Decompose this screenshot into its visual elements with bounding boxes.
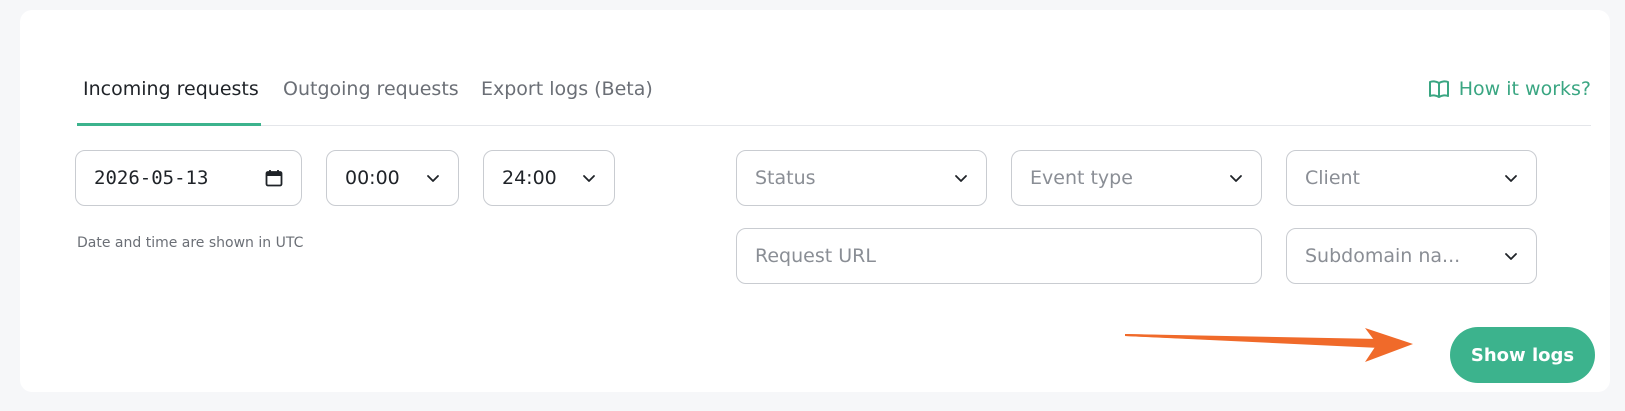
tab-bar: Incoming requests Outgoing requests Expo…: [77, 10, 1591, 126]
calendar-icon[interactable]: [265, 169, 283, 187]
date-value: 2026-05-13: [94, 167, 209, 189]
chevron-down-icon: [427, 175, 439, 182]
end-time-select[interactable]: 24:00: [483, 150, 615, 206]
client-select[interactable]: Client: [1286, 150, 1537, 206]
subdomain-placeholder: Subdomain na...: [1305, 245, 1461, 267]
date-input[interactable]: 2026-05-13: [75, 150, 302, 206]
tab-outgoing-requests[interactable]: Outgoing requests: [283, 78, 459, 100]
request-url-input[interactable]: Request URL: [736, 228, 1262, 284]
event-type-placeholder: Event type: [1030, 167, 1133, 189]
end-time-value: 24:00: [502, 167, 557, 189]
subdomain-select[interactable]: Subdomain na...: [1286, 228, 1537, 284]
tab-incoming-requests[interactable]: Incoming requests: [83, 78, 259, 100]
show-logs-button[interactable]: Show logs: [1450, 327, 1595, 383]
how-it-works-link[interactable]: How it works?: [1428, 78, 1591, 100]
chevron-down-icon: [955, 175, 967, 182]
timezone-note: Date and time are shown in UTC: [77, 235, 304, 251]
active-tab-indicator: [77, 123, 261, 126]
start-time-select[interactable]: 00:00: [326, 150, 459, 206]
how-it-works-label: How it works?: [1458, 78, 1591, 100]
chevron-down-icon: [1230, 175, 1242, 182]
client-placeholder: Client: [1305, 167, 1361, 189]
chevron-down-icon: [583, 175, 595, 182]
tab-export-logs[interactable]: Export logs (Beta): [481, 78, 653, 100]
status-placeholder: Status: [755, 167, 816, 189]
book-icon: [1428, 80, 1449, 98]
chevron-down-icon: [1505, 253, 1517, 260]
orange-arrow-annotation: [1125, 328, 1413, 362]
chevron-down-icon: [1505, 175, 1517, 182]
status-select[interactable]: Status: [736, 150, 987, 206]
start-time-value: 00:00: [345, 167, 400, 189]
request-url-placeholder: Request URL: [755, 245, 876, 267]
event-type-select[interactable]: Event type: [1011, 150, 1262, 206]
logs-card: Incoming requests Outgoing requests Expo…: [20, 10, 1610, 392]
